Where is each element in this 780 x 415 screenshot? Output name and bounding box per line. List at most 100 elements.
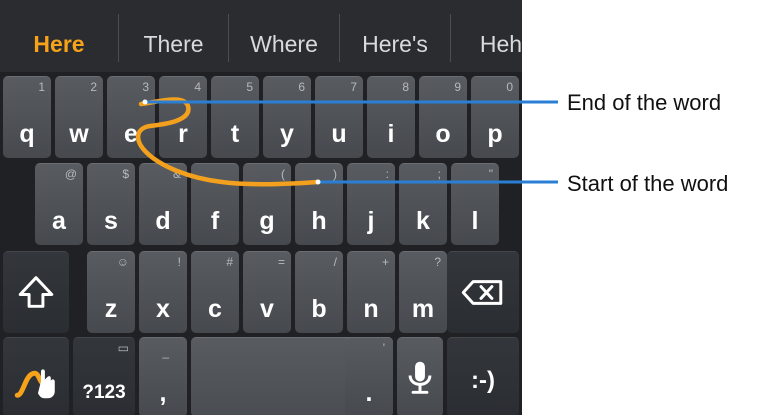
key-p-hint: 0 — [506, 80, 513, 94]
gesture-typing-key[interactable] — [3, 337, 69, 415]
suggestion-heres[interactable]: Here's — [340, 0, 450, 72]
key-u-hint: 7 — [350, 80, 357, 94]
key-m[interactable]: ? m — [399, 251, 447, 333]
suggestion-heh[interactable]: Heh — [451, 0, 522, 72]
key-s-hint: $ — [122, 167, 129, 181]
key-l-hint: " — [488, 167, 493, 181]
key-m-label: m — [411, 295, 435, 323]
key-a-label: a — [52, 207, 66, 235]
key-u[interactable]: 7u — [315, 76, 363, 158]
period-key[interactable]: ' . — [345, 337, 393, 415]
suggestion-where[interactable]: Where — [229, 0, 339, 72]
emoticon-key-label: :-) — [471, 367, 495, 394]
key-l-label: l — [471, 207, 479, 235]
start-of-word-label: Start of the word — [567, 171, 729, 196]
emoticon-key[interactable]: :-) — [447, 337, 519, 415]
key-d-label: d — [155, 207, 171, 235]
key-x-label: x — [156, 295, 170, 323]
key-y[interactable]: 6y — [263, 76, 311, 158]
period-key-label: . — [365, 379, 373, 407]
key-x[interactable]: ! x — [139, 251, 187, 333]
key-f-label: f — [210, 207, 220, 235]
key-y-label: y — [280, 120, 294, 148]
key-h-hint: ) — [333, 167, 337, 181]
comma-key[interactable]: – , — [139, 337, 187, 415]
key-r[interactable]: 4r — [159, 76, 207, 158]
key-z-label: z — [104, 295, 118, 323]
key-k[interactable]: ; k — [399, 163, 447, 245]
key-w-label: w — [69, 120, 89, 148]
key-k-hint: ; — [437, 167, 441, 181]
key-s-label: s — [104, 207, 118, 235]
key-a-hint: @ — [64, 167, 77, 181]
key-e[interactable]: 3e — [107, 76, 155, 158]
key-p-label: p — [487, 120, 503, 148]
shift-key[interactable] — [3, 251, 69, 333]
comma-key-hint: – — [162, 350, 169, 364]
key-v-label: v — [260, 295, 274, 323]
key-u-label: u — [331, 120, 347, 148]
key-b[interactable]: / b — [295, 251, 343, 333]
gesture-typing-icon — [14, 369, 55, 399]
key-w-hint: 2 — [90, 80, 97, 94]
key-h[interactable]: ) h — [295, 163, 343, 245]
key-k-label: k — [416, 207, 430, 235]
comma-key-label: , — [159, 379, 167, 407]
key-q-hint: 1 — [38, 80, 45, 94]
symbols-key-hint: ▭ — [117, 341, 129, 355]
key-g-hint: ( — [281, 167, 285, 181]
key-o-label: o — [435, 120, 451, 148]
key-m-hint: ? — [434, 255, 441, 269]
end-of-word-label: End of the word — [567, 90, 722, 115]
backspace-key[interactable] — [447, 251, 519, 333]
key-d[interactable]: & d — [139, 163, 187, 245]
key-j-hint: : — [385, 167, 389, 181]
key-h-label: h — [311, 207, 327, 235]
key-y-hint: 6 — [298, 80, 305, 94]
key-c[interactable]: # c — [191, 251, 239, 333]
key-t-label: t — [230, 120, 240, 148]
keyboard: Here There Where Here's Heh ▭ ?123 – , '… — [0, 0, 522, 415]
key-i-hint: 8 — [402, 80, 409, 94]
key-s[interactable]: $ s — [87, 163, 135, 245]
key-f[interactable]: f — [191, 163, 239, 245]
key-v-hint: = — [277, 255, 285, 269]
key-i-label: i — [387, 120, 395, 148]
key-z[interactable]: ☺ z — [87, 251, 135, 333]
key-v[interactable]: = v — [243, 251, 291, 333]
key-c-hint: # — [226, 255, 233, 269]
key-n-hint: + — [381, 255, 389, 269]
symbols-key[interactable]: ▭ ?123 — [73, 337, 135, 415]
voice-input-key[interactable] — [397, 337, 443, 415]
key-o[interactable]: 9o — [419, 76, 467, 158]
suggestion-here[interactable]: Here — [0, 0, 118, 72]
backspace-icon — [461, 280, 503, 305]
microphone-icon — [408, 361, 432, 394]
key-d-hint: & — [172, 167, 181, 181]
period-key-hint: ' — [382, 341, 385, 355]
key-p[interactable]: 0p — [471, 76, 519, 158]
key-q[interactable]: 1q — [3, 76, 51, 158]
key-n-label: n — [363, 295, 379, 323]
key-j-label: j — [367, 207, 375, 235]
suggestion-strip: Here There Where Here's Heh — [0, 0, 522, 72]
key-z-hint: ☺ — [116, 255, 129, 269]
key-i[interactable]: 8i — [367, 76, 415, 158]
symbols-key-label: ?123 — [82, 382, 126, 403]
key-j[interactable]: :j — [347, 163, 395, 245]
key-r-hint: 4 — [194, 80, 201, 94]
key-a[interactable]: @ a — [35, 163, 83, 245]
key-w[interactable]: 2w — [55, 76, 103, 158]
key-n[interactable]: + n — [347, 251, 395, 333]
key-e-label: e — [124, 120, 138, 148]
key-l[interactable]: " l — [451, 163, 499, 245]
key-g[interactable]: (g — [243, 163, 291, 245]
key-b-hint: / — [333, 255, 337, 269]
key-c-label: c — [208, 295, 222, 323]
suggestion-there[interactable]: There — [119, 0, 228, 72]
key-e-hint: 3 — [142, 80, 149, 94]
key-q-label: q — [19, 120, 35, 148]
key-t[interactable]: 5t — [211, 76, 259, 158]
key-o-hint: 9 — [454, 80, 461, 94]
shift-icon — [18, 276, 54, 308]
